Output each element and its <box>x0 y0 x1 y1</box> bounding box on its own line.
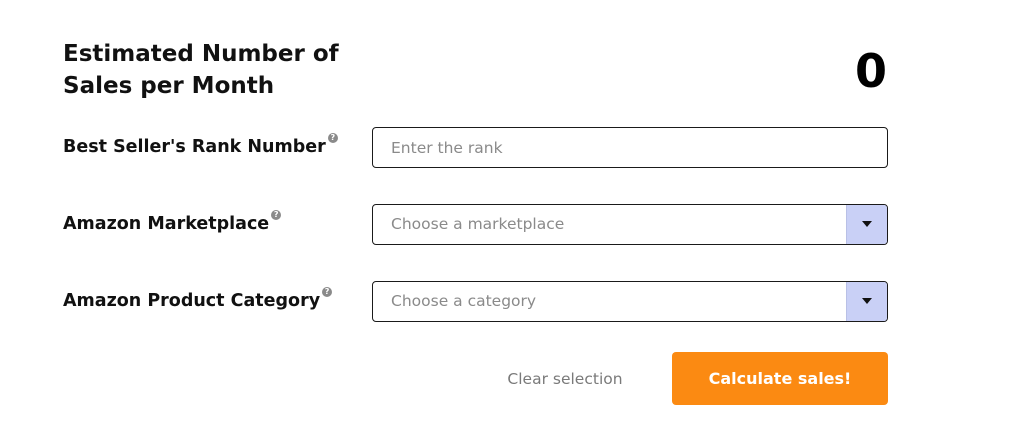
calculate-sales-button[interactable]: Calculate sales! <box>672 352 888 405</box>
marketplace-label: Amazon Marketplace <box>63 214 270 234</box>
title-line-1: Estimated Number of <box>63 41 339 67</box>
category-placeholder: Choose a category <box>391 292 537 310</box>
estimated-sales-value: 0 <box>854 44 887 98</box>
marketplace-placeholder: Choose a marketplace <box>391 215 565 233</box>
rank-field[interactable] <box>372 127 888 168</box>
rank-label-row: Best Seller's Rank Number? <box>63 133 338 158</box>
marketplace-label-row: Amazon Marketplace? <box>63 210 282 235</box>
question-circle-icon[interactable]: ? <box>322 287 333 297</box>
category-label-row: Amazon Product Category? <box>63 287 333 312</box>
category-label: Amazon Product Category <box>63 291 321 311</box>
page-title: Estimated Number of Sales per Month <box>63 38 363 102</box>
rank-label: Best Seller's Rank Number <box>63 137 326 157</box>
question-circle-icon[interactable]: ? <box>271 210 282 220</box>
rank-input[interactable] <box>373 128 887 167</box>
title-line-2: Sales per Month <box>63 73 275 99</box>
caret-down-icon[interactable] <box>846 205 887 244</box>
marketplace-select[interactable]: Choose a marketplace <box>372 204 888 245</box>
clear-selection-button[interactable]: Clear selection <box>490 366 640 392</box>
caret-down-icon[interactable] <box>846 282 887 321</box>
category-select[interactable]: Choose a category <box>372 281 888 322</box>
question-circle-icon[interactable]: ? <box>327 133 338 143</box>
